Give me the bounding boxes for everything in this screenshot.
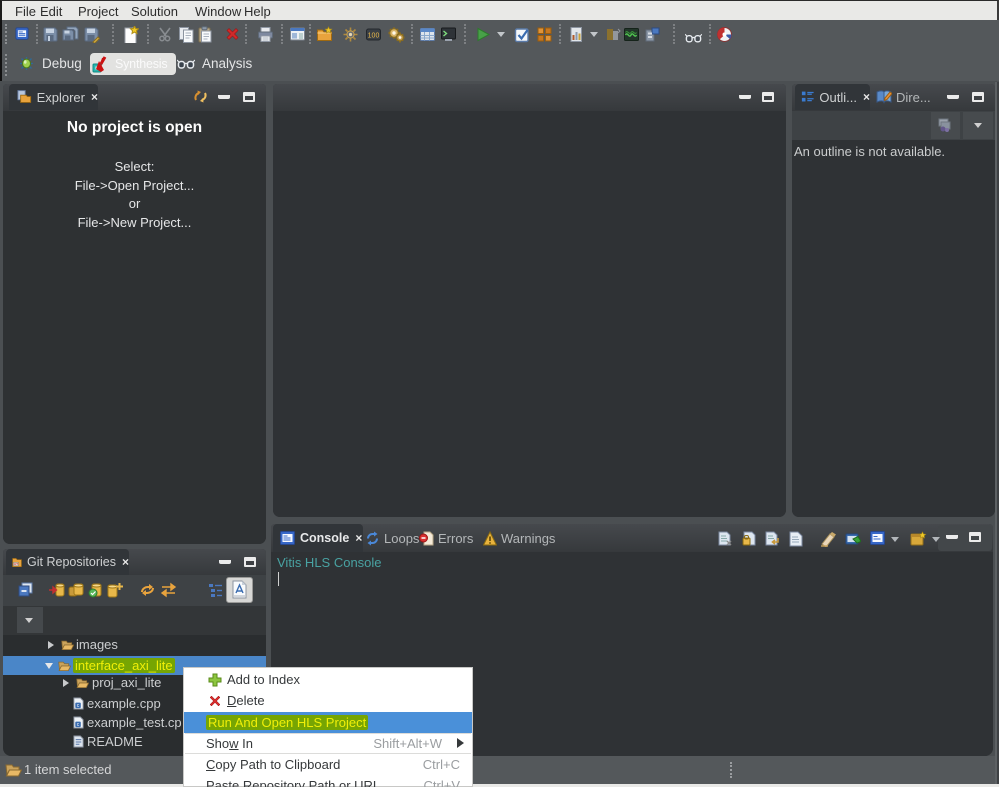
svg-text:100: 100 <box>368 33 380 40</box>
svg-text:GIT: GIT <box>14 562 19 566</box>
